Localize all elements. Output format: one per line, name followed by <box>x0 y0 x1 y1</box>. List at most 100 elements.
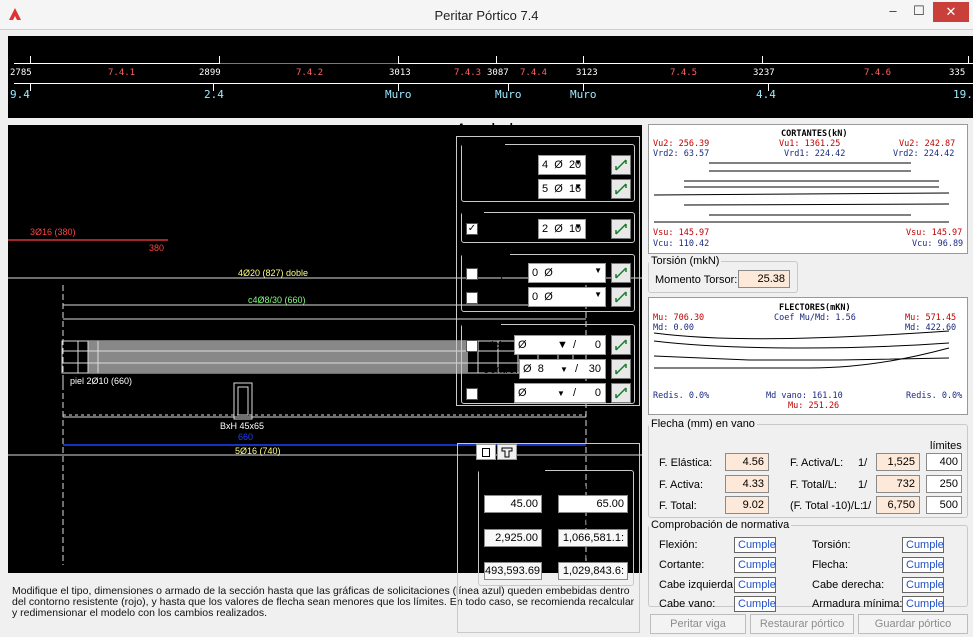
ruler-label: 3123 <box>576 68 598 78</box>
inicio-edit-icon[interactable] <box>611 335 631 355</box>
f-elastica-value: 4.56 <box>725 453 769 471</box>
centro-edit-icon[interactable] <box>611 359 631 379</box>
superior-combo[interactable]: 4 Ø 20 ▼ <box>538 155 586 175</box>
mu-left: Mu: 706.30 <box>653 313 705 323</box>
vrd1: Vrd1: 224.42 <box>784 149 846 159</box>
vsu-right: Vsu: 145.97 <box>906 228 963 238</box>
vrd2-right: Vrd2: 224.42 <box>893 149 955 159</box>
f-total-l-value: 732 <box>876 475 920 493</box>
md-left: Md: 0.00 <box>653 323 694 333</box>
cabe-izquierda-label: Cabe izquierda: <box>659 579 737 591</box>
section-label: BxH 45x65 <box>220 421 265 431</box>
f-total10-one: 1/ <box>862 500 872 512</box>
coef-mu-md: Coef Mu/Md: 1.56 <box>774 313 856 323</box>
grupo2-checkbox[interactable] <box>466 292 478 304</box>
f-total-value: 9.02 <box>725 496 769 514</box>
top-left-bar-label: 3Ø16 (380) <box>30 227 76 237</box>
piel-label: Piel: <box>482 223 504 235</box>
close-icon[interactable]: ✕ <box>933 2 969 22</box>
stirrups-label: c4Ø8/30 (660) <box>248 295 306 305</box>
ruler-support-label: 19. <box>953 88 973 101</box>
maximize-icon[interactable]: ☐ <box>906 0 932 24</box>
vrd2-left: Vrd2: 63.57 <box>653 149 710 159</box>
redis-right: Redis. 0.0% <box>906 391 963 401</box>
vsu-left: Vsu: 145.97 <box>653 228 710 238</box>
cabe-derecha-status: Cumple <box>902 577 944 593</box>
cabe-vano-status: Cumple <box>734 596 776 612</box>
inferior-edit-icon[interactable] <box>611 179 631 199</box>
final-edit-icon[interactable] <box>611 383 631 403</box>
cabe-derecha-label: Cabe derecha: <box>812 579 885 591</box>
flecha-check-label: Flecha: <box>812 559 849 571</box>
piel-edit-icon[interactable] <box>611 219 631 239</box>
cabe-izquierda-status: Cumple <box>734 577 776 593</box>
span-label[interactable]: 7.4.6 <box>864 68 891 78</box>
top-left-bar-length: 380 <box>149 243 165 253</box>
peritar-viga-button[interactable]: Peritar viga <box>650 614 746 634</box>
base-label: Base (cm): <box>484 482 538 494</box>
grupo1-label: Grupo 1: <box>482 268 525 280</box>
altura-field[interactable]: 65.00 <box>558 495 628 513</box>
vu1: Vu1: 1361.25 <box>779 139 841 149</box>
centro-combo[interactable]: Ø 8 ▼/30 <box>519 359 606 379</box>
blue-length-label: 660 <box>238 432 254 442</box>
span-label[interactable]: 7.4.4 <box>520 68 547 78</box>
armadura-minima-label: Armadura mínima: <box>812 598 903 610</box>
iy-label: Iy (cm4): <box>484 549 527 561</box>
inferior-combo[interactable]: 5 Ø 16 ▼ <box>538 179 586 199</box>
inicio-combo[interactable]: Ø ▼/0 <box>514 335 606 355</box>
cortantes-chart: CORTANTES(kN) Vu2: 256.39 Vu1: 1361.25 V… <box>648 124 968 254</box>
piel-combo[interactable]: 2 Ø 10 ▼ <box>538 219 586 239</box>
grupo1-combo[interactable]: 0 Ø ▼ <box>528 263 606 283</box>
ruler-label: 3087 <box>487 68 509 78</box>
base-field[interactable]: 45.00 <box>484 495 542 513</box>
f-total10-limit[interactable]: 500 <box>926 496 962 514</box>
f-total-l-limit[interactable]: 250 <box>926 475 962 493</box>
grupo2-label: Grupo 2: <box>482 292 525 304</box>
final-checkbox[interactable] <box>466 388 478 400</box>
f-activa-l-limit[interactable]: 400 <box>926 453 962 471</box>
title-bar: Peritar Pórtico 7.4 – ☐ ✕ <box>0 0 973 30</box>
span-label[interactable]: 7.4.3 <box>454 68 481 78</box>
cortante-status: Cumple <box>734 557 776 573</box>
centro-label: Centro: <box>482 364 519 376</box>
minimize-icon[interactable]: – <box>880 0 906 24</box>
span-label[interactable]: 7.4.2 <box>296 68 323 78</box>
restaurar-portico-button[interactable]: Restaurar pórtico <box>750 614 854 634</box>
f-total10-label: (F. Total -10)/L: <box>790 500 864 512</box>
guardar-portico-button[interactable]: Guardar pórtico <box>858 614 968 634</box>
f-activa-value: 4.33 <box>725 475 769 493</box>
f-activa-l-value: 1,525 <box>876 453 920 471</box>
span-label[interactable]: 7.4.5 <box>670 68 697 78</box>
grupo1-checkbox[interactable] <box>466 268 478 280</box>
span-label[interactable]: 7.4.1 <box>108 68 135 78</box>
iy-field: 493,593.69 <box>484 562 542 580</box>
torsion-check-label: Torsión: <box>812 539 851 551</box>
flectores-title: FLECTORES(mKN) <box>779 303 851 313</box>
vcu-left: Vcu: 110.42 <box>653 239 710 249</box>
mu-right: Mu: 571.45 <box>905 313 957 323</box>
t-section-tab[interactable] <box>497 444 517 460</box>
f-activa-l-one: 1/ <box>858 457 868 469</box>
armado-title: Armado de vano <box>457 121 552 135</box>
grupo1-edit-icon[interactable] <box>611 263 631 283</box>
bottom-main-bar-label: 5Ø16 (740) <box>235 446 281 456</box>
md-vano: Md vano: 161.10 <box>766 391 843 401</box>
final-combo[interactable]: Ø ▼/0 <box>514 383 606 403</box>
iz-field: 1,029,843.6: <box>558 562 628 580</box>
ruler-label: 3237 <box>753 68 775 78</box>
ruler-support-label: 2.4 <box>204 88 224 101</box>
rect-section-tab[interactable] <box>476 444 496 460</box>
flexion-status: Cumple <box>734 537 776 553</box>
ruler-support-label: Muro <box>570 88 597 101</box>
superior-edit-icon[interactable] <box>611 155 631 175</box>
grupo2-edit-icon[interactable] <box>611 287 631 307</box>
area-field: 2,925.00 <box>484 529 542 547</box>
cortantes-title: CORTANTES(kN) <box>781 129 848 139</box>
superior-label: Superior: <box>487 160 532 172</box>
inicio-checkbox[interactable] <box>466 340 478 352</box>
f-total-label: F. Total: <box>659 500 697 512</box>
f-activa-l-label: F. Activa/L: <box>790 457 844 469</box>
piel-checkbox[interactable]: ✓ <box>466 223 478 235</box>
grupo2-combo[interactable]: 0 Ø ▼ <box>528 287 606 307</box>
